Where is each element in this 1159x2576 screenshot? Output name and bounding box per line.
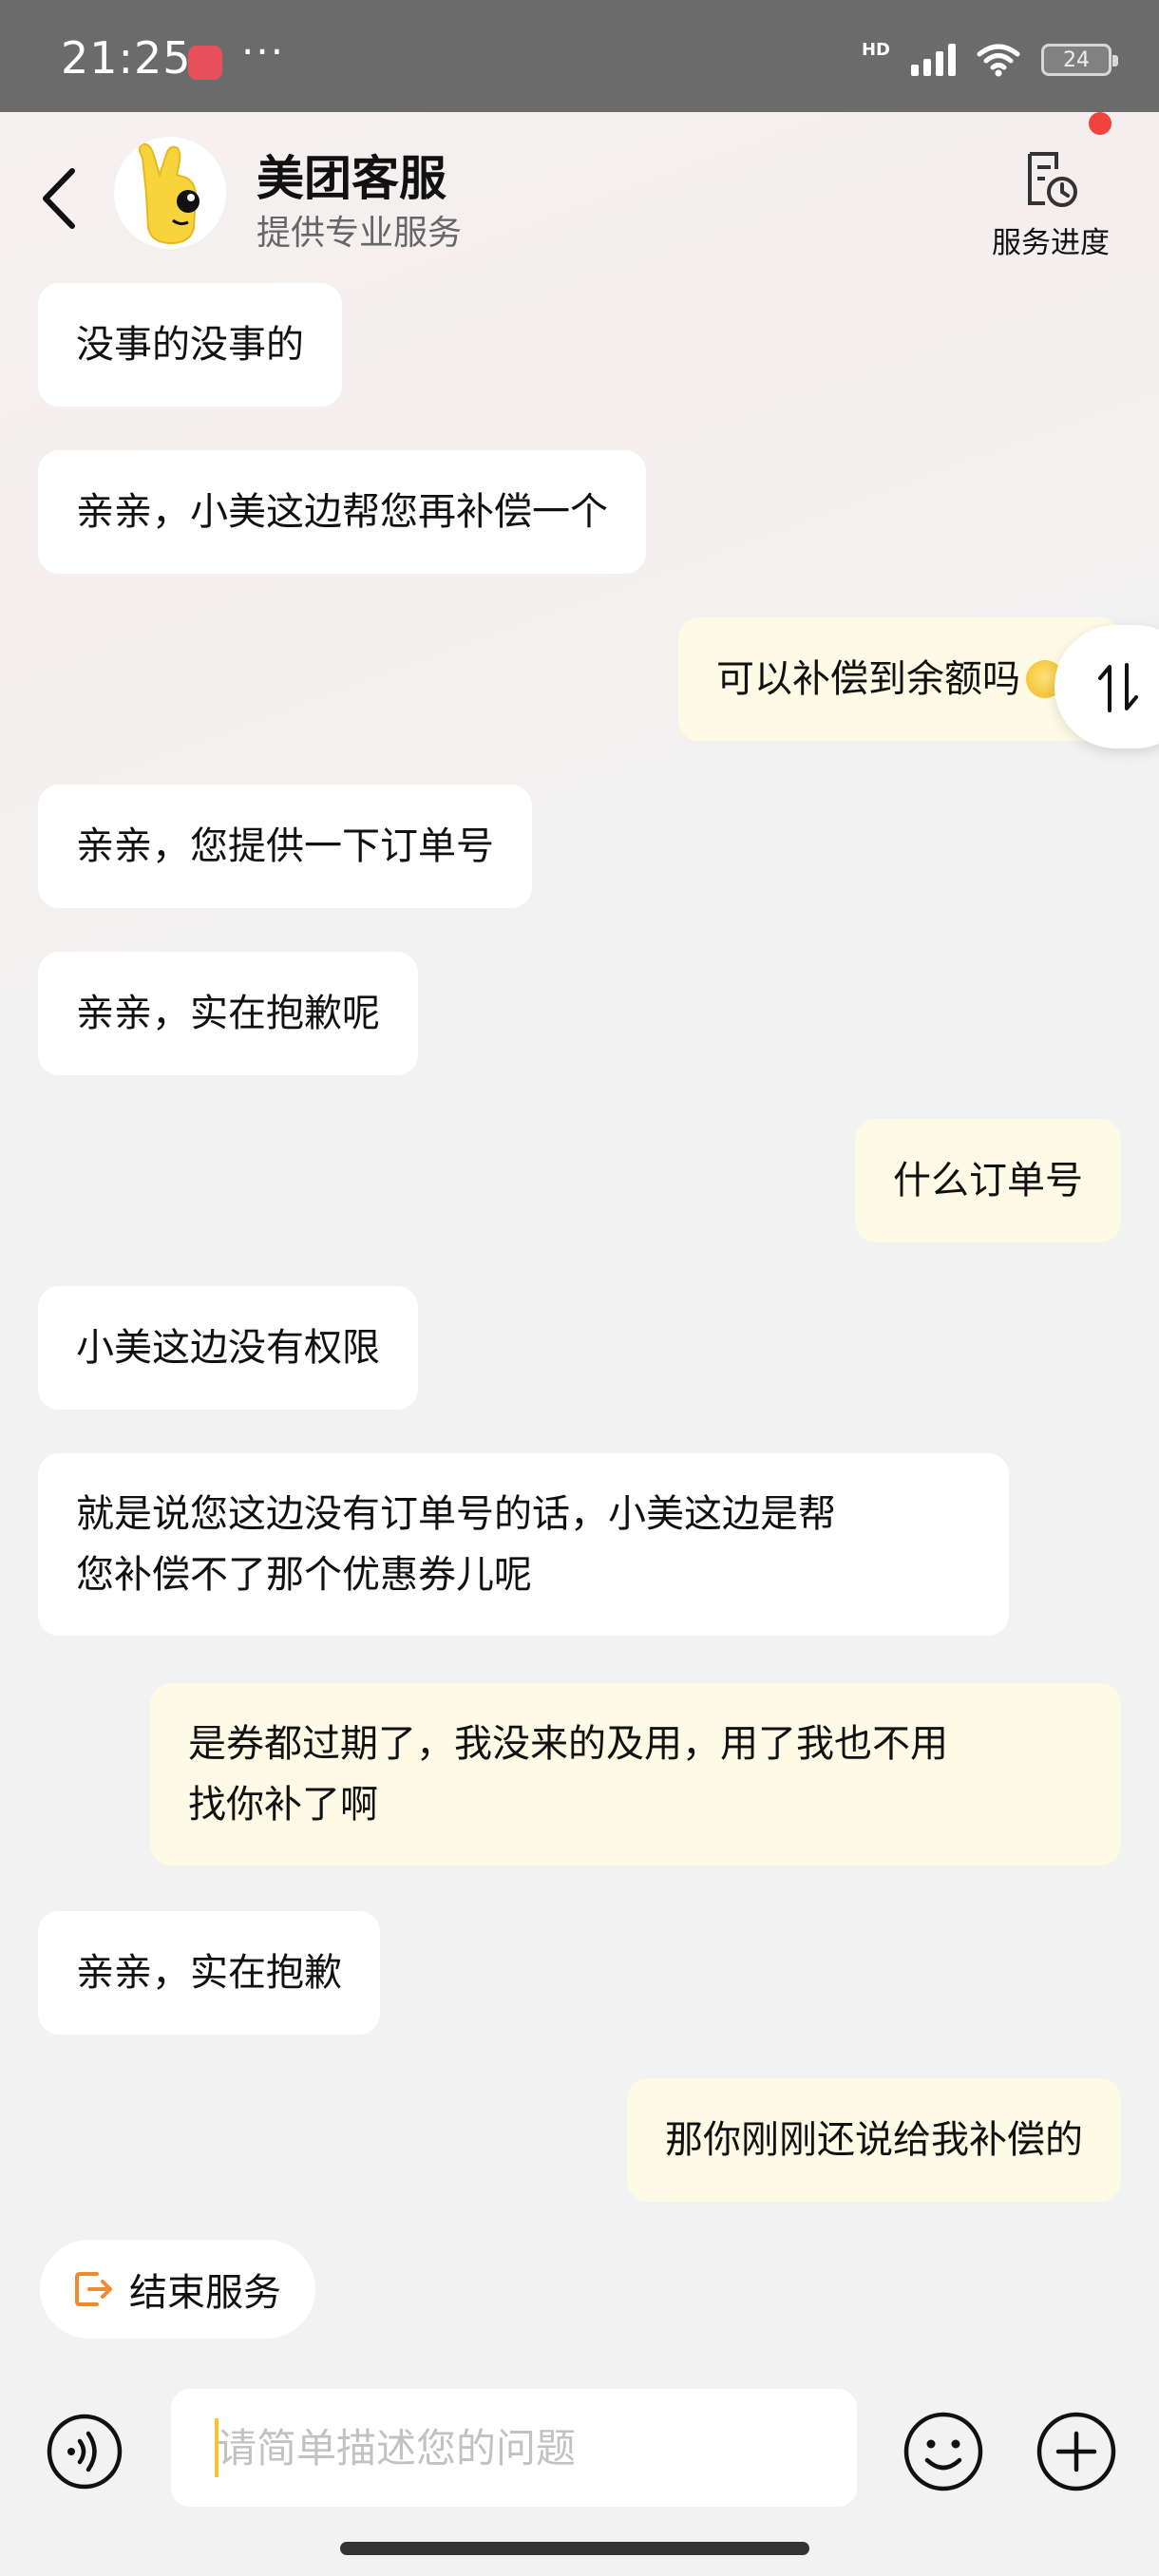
message-agent[interactable]: 就是说您这边没有订单号的话，小美这边是帮 您补偿不了那个优惠券儿呢 [38, 1453, 1009, 1636]
message-text: 那你刚刚还说给我补偿的 [665, 2118, 1083, 2162]
end-service-button[interactable]: 结束服务 [40, 2240, 315, 2339]
message-text-line: 找你补了啊 [188, 1783, 378, 1827]
message-text: 什么订单号 [893, 1159, 1083, 1203]
signal-icon [911, 44, 956, 76]
message-text: 亲亲，小美这边帮您再补偿一个 [76, 490, 608, 534]
emoji-icon[interactable] [902, 2411, 984, 2492]
network-type-label: HD [861, 40, 890, 60]
notification-app-icon [188, 46, 222, 80]
more-notifications-icon: ··· [241, 28, 286, 75]
message-input[interactable] [171, 2389, 857, 2507]
message-user[interactable]: 是券都过期了，我没来的及用，用了我也不用 找你补了啊 [150, 1683, 1121, 1866]
mascot-icon [114, 137, 226, 249]
message-agent[interactable]: 亲亲，实在抱歉呢 [38, 952, 418, 1075]
status-icons: HD 24 [861, 38, 1118, 82]
battery-level: 24 [1063, 47, 1090, 72]
end-service-label: 结束服务 [129, 2271, 281, 2315]
message-text: 亲亲，实在抱歉呢 [76, 992, 380, 1035]
message-agent[interactable]: 没事的没事的 [38, 283, 342, 407]
message-text: 亲亲，实在抱歉 [76, 1951, 342, 1995]
service-progress-button[interactable]: 服务进度 [984, 141, 1117, 260]
service-progress-label: 服务进度 [992, 226, 1110, 260]
message-user[interactable]: 什么订单号 [855, 1119, 1121, 1242]
chat-area[interactable]: 美团客服 提供专业服务 服务进度 没事的没事的 亲亲，小美这边帮您再补偿一个 可… [0, 112, 1159, 2373]
battery-icon: 24 [1041, 44, 1118, 76]
status-time: 21:25 [61, 32, 192, 84]
message-text-line: 是券都过期了，我没来的及用，用了我也不用 [188, 1722, 948, 1766]
page-subtitle: 提供专业服务 [256, 214, 463, 253]
avatar[interactable] [114, 137, 226, 249]
swap-icon [1098, 663, 1138, 712]
service-progress-icon [1028, 152, 1077, 207]
status-bar: 21:25 ··· HD 24 [0, 0, 1159, 112]
message-text-line: 您补偿不了那个优惠券儿呢 [76, 1553, 532, 1597]
message-text: 没事的没事的 [76, 323, 304, 367]
notification-dot [1089, 112, 1112, 135]
plus-icon[interactable] [1036, 2411, 1117, 2492]
message-agent[interactable]: 亲亲，实在抱歉 [38, 1911, 380, 2035]
voice-icon[interactable] [46, 2413, 124, 2491]
chat-header: 美团客服 提供专业服务 服务进度 [0, 112, 1159, 274]
back-icon[interactable] [38, 165, 80, 232]
message-text: 小美这边没有权限 [76, 1326, 380, 1370]
text-caret [215, 2418, 218, 2477]
message-text-line: 就是说您这边没有订单号的话，小美这边是帮 [76, 1492, 836, 1536]
wifi-icon [977, 44, 1020, 77]
end-service-icon [75, 2272, 112, 2306]
message-text: 亲亲，您提供一下订单号 [76, 824, 494, 868]
message-agent[interactable]: 小美这边没有权限 [38, 1286, 418, 1410]
message-agent[interactable]: 亲亲，小美这边帮您再补偿一个 [38, 450, 646, 574]
home-indicator[interactable] [340, 2542, 809, 2555]
message-agent[interactable]: 亲亲，您提供一下订单号 [38, 785, 532, 908]
message-user[interactable]: 那你刚刚还说给我补偿的 [627, 2078, 1121, 2202]
page-title: 美团客服 [256, 151, 446, 206]
input-bar [0, 2373, 1159, 2576]
message-text: 可以补偿到余额吗 [716, 657, 1020, 701]
